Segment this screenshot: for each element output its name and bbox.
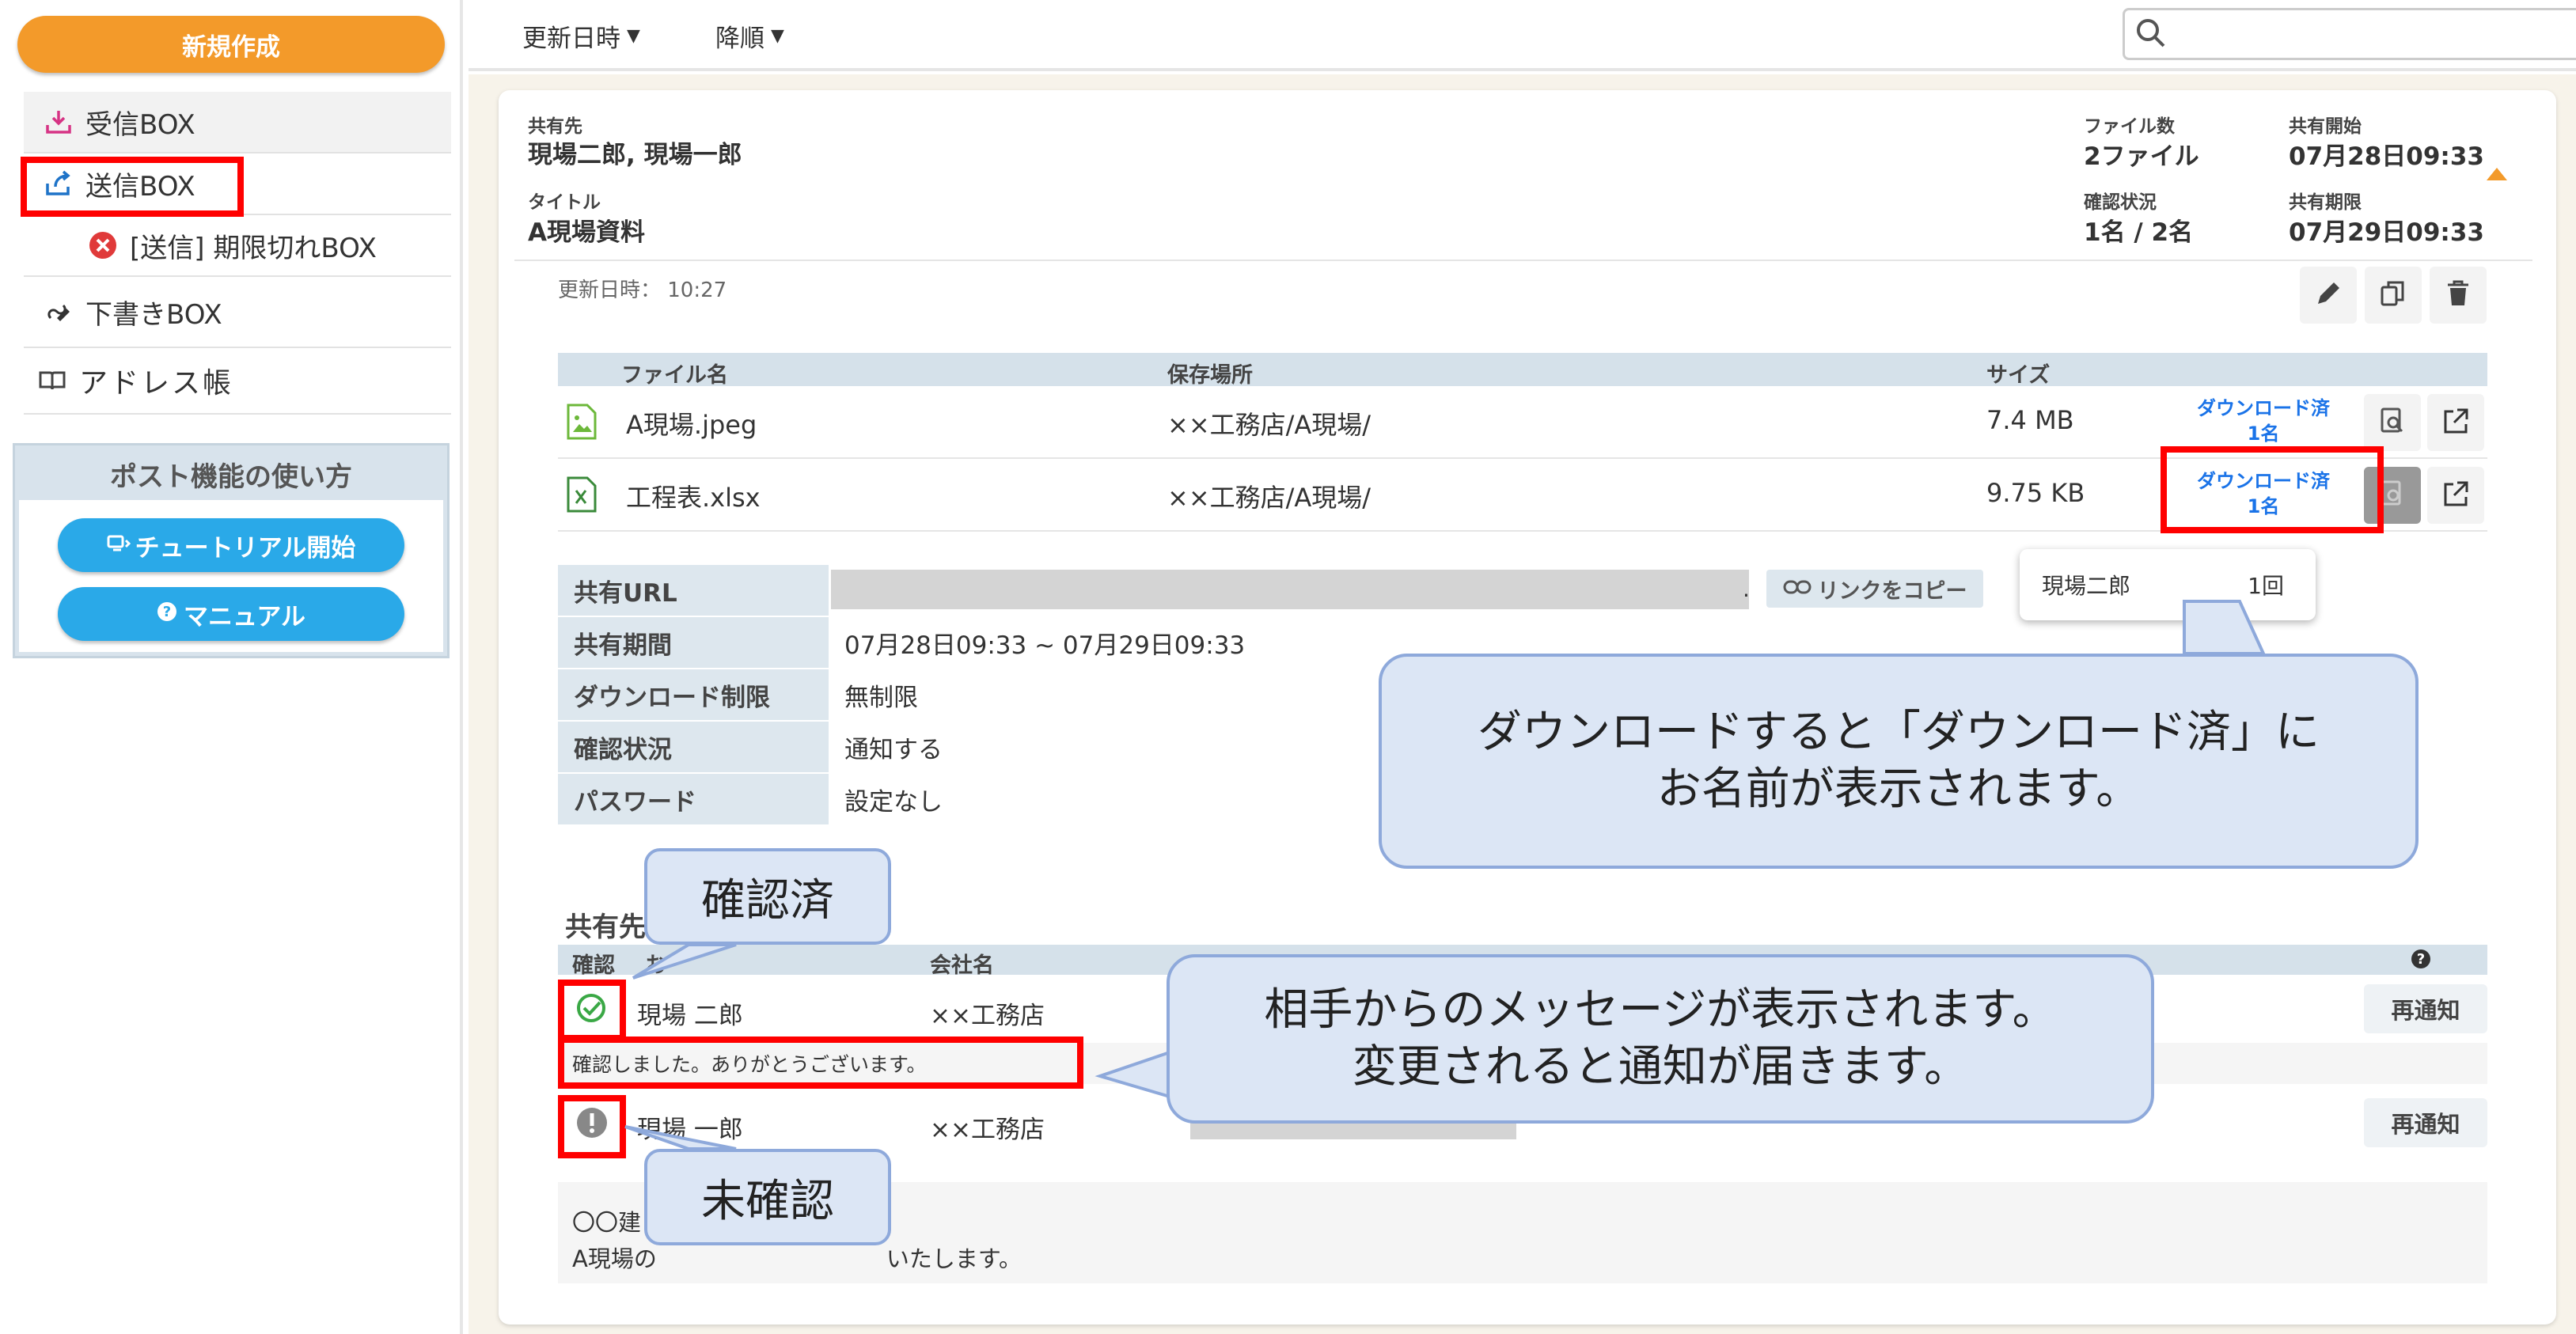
download-callout: ダウンロードすると「ダウンロード済」に お名前が表示されます。 [1379, 654, 2419, 869]
unconfirmed-callout: 未確認 [644, 1149, 891, 1245]
confirmed-callout: 確認済 [644, 848, 891, 945]
message-callout: 相手からのメッセージが表示されます。 変更されると通知が届きます。 [1167, 954, 2154, 1124]
